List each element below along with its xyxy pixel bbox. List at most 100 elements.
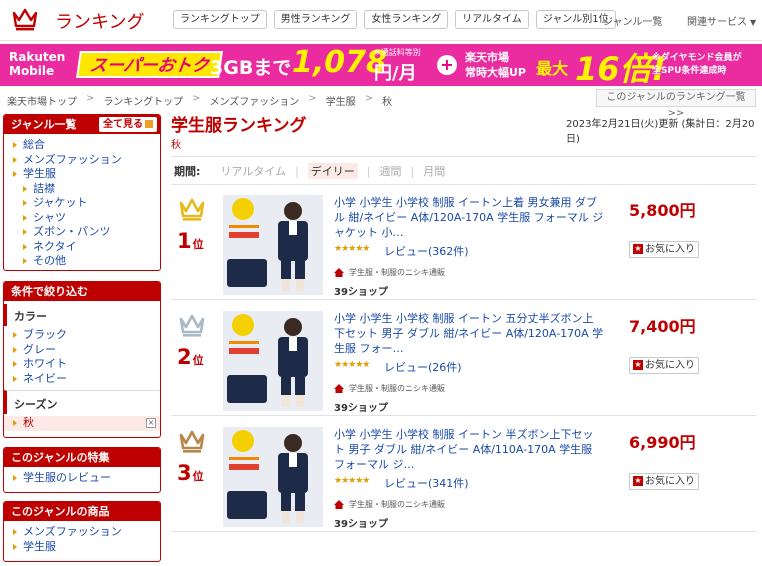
nav-female-ranking[interactable]: 女性ランキング: [364, 10, 449, 29]
breadcrumb-mens-fashion[interactable]: メンズファッション: [209, 93, 299, 108]
genre-list-link[interactable]: ジャンル一覧: [603, 13, 663, 28]
related-services-label: 関連サービス: [687, 17, 747, 28]
rank-value: 2: [177, 345, 192, 369]
period-daily[interactable]: デイリー: [307, 163, 358, 179]
promo-banner[interactable]: Rakuten Mobile スーパーおトク 3GBまで 1,078 ※通話料等…: [0, 44, 762, 86]
products-box-header: このジャンルの商品: [4, 502, 160, 521]
home-icon: [334, 500, 344, 509]
product-title-link[interactable]: 小学 小学生 小学校 制服 イートン上着 男女兼用 ダブル 紺/ネイビー A体/…: [334, 195, 604, 240]
sidebar-genre-item[interactable]: 詰襟: [10, 182, 154, 197]
product-price: 5,800円: [629, 201, 696, 220]
color-filter-title: カラー: [4, 304, 160, 326]
promo-up-line1: 楽天市場: [465, 51, 509, 64]
shop-badge: 39ショップ: [334, 403, 388, 414]
product-title-link[interactable]: 小学 小学生 小学校 制服 イートン 五分丈半ズボン上下セット 男子 ダブル 紺…: [334, 311, 604, 356]
shop-category-link[interactable]: 学生服・制服のニシキ通販: [349, 267, 445, 278]
color-filter-item[interactable]: グレー: [10, 343, 154, 358]
arrow-right-icon: [145, 120, 153, 128]
shop-category: 学生服・制服のニシキ通販: [334, 267, 445, 278]
shop-category-link[interactable]: 学生服・制服のニシキ通販: [349, 499, 445, 510]
crown-icon: [179, 314, 205, 337]
genre-product-item[interactable]: 学生服: [10, 540, 154, 555]
rank-number: 2位: [177, 345, 204, 369]
rank-suffix: 位: [192, 238, 204, 251]
sidebar-genre-item[interactable]: ズボン・パンツ: [10, 225, 154, 240]
dia-line2: 全SPU条件達成時: [652, 66, 727, 76]
related-services-menu[interactable]: 関連サービス ▼: [687, 13, 756, 28]
nav-male-ranking[interactable]: 男性ランキング: [273, 10, 358, 29]
sidebar-products-box: このジャンルの商品 メンズファッション 学生服: [3, 501, 161, 562]
page-subtitle: 秋: [171, 140, 181, 151]
color-list: ブラック グレー ホワイト ネイビー: [4, 328, 160, 386]
sidebar-genre-item[interactable]: ネクタイ: [10, 240, 154, 255]
genre-box-header: ジャンル一覧 全て見る: [4, 115, 160, 134]
review-link[interactable]: レビュー(362件): [384, 243, 469, 259]
shop-category-link[interactable]: 学生服・制服のニシキ通販: [349, 383, 445, 394]
promo-up: 楽天市場 常時大幅UP: [465, 50, 526, 80]
breadcrumb-school-uniform[interactable]: 学生服: [326, 93, 356, 108]
review-link[interactable]: レビュー(26件): [384, 359, 462, 375]
product-image[interactable]: [223, 311, 323, 411]
promo-unit: 円/月: [374, 63, 417, 84]
breadcrumb-rakuten-top[interactable]: 楽天市場トップ: [7, 93, 77, 108]
clear-filter-icon[interactable]: ×: [146, 418, 156, 428]
rating-stars: ★★★★★: [334, 244, 370, 254]
ranking-item: 3位 小学 小学生 小学校 制服 イートン 半ズボン上下セット 男子 ダブル 紺/…: [171, 417, 756, 532]
favorite-button[interactable]: ★ お気に入り: [629, 241, 699, 258]
product-photo: [223, 195, 323, 295]
favorite-label: お気に入り: [645, 244, 695, 255]
breadcrumb-separator: >: [308, 93, 317, 104]
period-realtime[interactable]: リアルタイム: [220, 163, 286, 179]
genre-ranking-list-link[interactable]: このジャンルのランキング一覧 >>: [596, 89, 756, 119]
period-weekly[interactable]: 週間: [380, 163, 402, 179]
period-divider-top: [171, 156, 756, 157]
rank-number: 1位: [177, 229, 204, 253]
favorite-button[interactable]: ★ お気に入り: [629, 357, 699, 374]
filter-body: カラー ブラック グレー ホワイト ネイビー シーズン 秋 ×: [4, 304, 160, 435]
product-image[interactable]: [223, 195, 323, 295]
shop-category: 学生服・制服のニシキ通販: [334, 383, 445, 394]
breadcrumb-separator: >: [86, 93, 95, 104]
product-title-link[interactable]: 小学 小学生 小学校 制服 イートン 半ズボン上下セット 男子 ダブル 紺/ネイ…: [334, 427, 604, 472]
product-image[interactable]: [223, 427, 323, 527]
plus-icon: +: [437, 55, 457, 75]
promo-price: 1,078: [292, 45, 387, 80]
promo-max: 最大: [536, 59, 569, 78]
sidebar-genre-item[interactable]: メンズファッション: [10, 153, 154, 168]
period-monthly[interactable]: 月間: [423, 163, 445, 179]
sidebar-genre-item[interactable]: その他: [10, 254, 154, 269]
favorite-label: お気に入り: [645, 360, 695, 371]
ranking-item: 2位 小学 小学生 小学校 制服 イートン 五分丈半ズボン上下セット 男子 ダブル…: [171, 301, 756, 416]
brand-title[interactable]: ランキング: [55, 8, 144, 34]
sidebar-feature-box: このジャンルの特集 学生服のレビュー: [3, 447, 161, 493]
rank-suffix: 位: [192, 354, 204, 367]
sidebar-genre-item[interactable]: シャツ: [10, 211, 154, 226]
rank-value: 3: [177, 461, 192, 485]
genre-box-title: ジャンル一覧: [11, 118, 77, 131]
breadcrumb-current: 秋: [382, 97, 393, 108]
rakuten-mobile-logo: Rakuten Mobile: [9, 50, 65, 78]
breadcrumb-ranking-top[interactable]: ランキングトップ: [103, 93, 183, 108]
nav-ranking-top[interactable]: ランキングトップ: [173, 10, 267, 29]
chevron-down-icon: ▼: [750, 18, 757, 27]
breadcrumb: 楽天市場トップ > ランキングトップ > メンズファッション > 学生服 > 秋: [7, 93, 392, 108]
color-filter-item[interactable]: ネイビー: [10, 372, 154, 387]
feature-item[interactable]: 学生服のレビュー: [10, 471, 154, 486]
sidebar-genre-item[interactable]: 学生服: [10, 167, 154, 182]
color-filter-item[interactable]: ホワイト: [10, 357, 154, 372]
color-filter-item[interactable]: ブラック: [10, 328, 154, 343]
see-all-button[interactable]: 全て見る: [99, 117, 157, 132]
favorite-button[interactable]: ★ お気に入り: [629, 473, 699, 490]
filter-box-header: 条件で絞り込む: [4, 282, 160, 301]
nav-realtime[interactable]: リアルタイム: [455, 10, 529, 29]
shop-badge: 39ショップ: [334, 519, 388, 530]
product-price: 6,990円: [629, 433, 696, 452]
review-link[interactable]: レビュー(341件): [384, 475, 469, 491]
crown-logo-icon[interactable]: [12, 7, 38, 31]
genre-product-item[interactable]: メンズファッション: [10, 525, 154, 540]
season-selected-row[interactable]: 秋 ×: [4, 416, 160, 431]
header-divider: [0, 40, 762, 41]
sidebar-genre-item[interactable]: 総合: [10, 138, 154, 153]
see-all-label: 全て見る: [103, 119, 143, 130]
sidebar-genre-item[interactable]: ジャケット: [10, 196, 154, 211]
